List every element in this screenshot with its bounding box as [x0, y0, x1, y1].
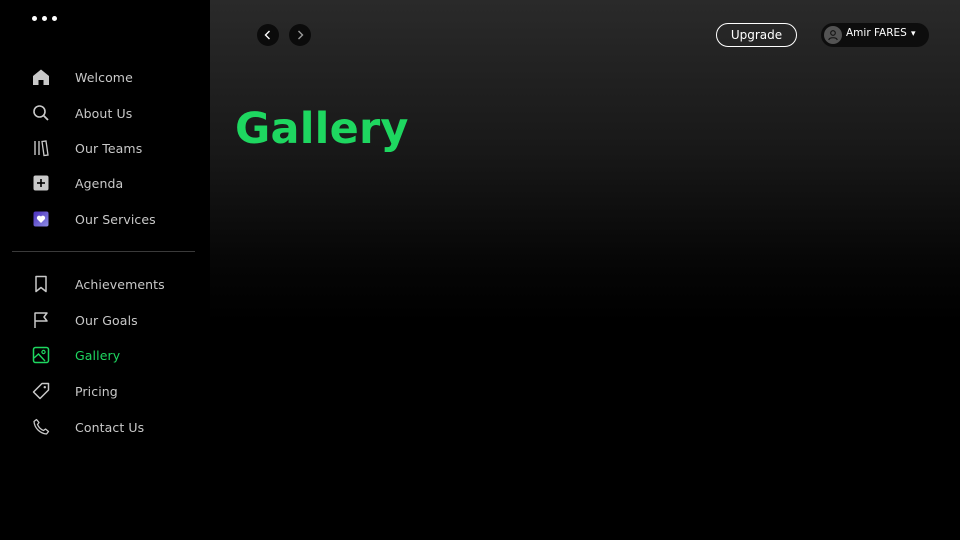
plus-square-icon: [30, 172, 52, 194]
sidebar-item-about-us[interactable]: About Us: [0, 98, 210, 128]
upgrade-button[interactable]: Upgrade: [716, 23, 797, 47]
sidebar-item-label: Contact Us: [75, 419, 145, 435]
sidebar-item-label: Achievements: [75, 276, 165, 292]
user-icon: [824, 26, 842, 44]
library-icon: [30, 137, 52, 159]
sidebar-item-label: About Us: [75, 105, 133, 121]
phone-icon: [30, 416, 52, 438]
sidebar-item-label: Our Teams: [75, 140, 143, 156]
sidebar-item-gallery[interactable]: Gallery: [0, 340, 210, 370]
bookmark-icon: [30, 273, 52, 295]
more-horizontal-icon[interactable]: [32, 16, 57, 21]
page-title: Gallery: [235, 104, 409, 154]
sidebar-divider: [12, 251, 195, 252]
sidebar-item-label: Welcome: [75, 69, 133, 85]
user-name: Amir FARES: [846, 27, 907, 39]
back-button[interactable]: [257, 24, 279, 46]
sidebar-item-welcome[interactable]: Welcome: [0, 62, 210, 92]
heart-square-icon: [30, 208, 52, 230]
image-icon: [30, 344, 52, 366]
caret-down-icon: ▾: [911, 29, 916, 39]
sidebar-item-agenda[interactable]: Agenda: [0, 168, 210, 198]
chevron-right-icon: [298, 30, 304, 40]
sidebar-item-label: Pricing: [75, 383, 118, 399]
search-icon: [30, 102, 52, 124]
home-icon: [30, 66, 52, 88]
user-menu-button[interactable]: Amir FARES ▾: [821, 23, 929, 47]
main-content: Upgrade Amir FARES ▾ Gallery: [210, 0, 960, 540]
sidebar-item-our-teams[interactable]: Our Teams: [0, 133, 210, 163]
flag-icon: [30, 309, 52, 331]
tag-icon: [30, 380, 52, 402]
sidebar-item-our-goals[interactable]: Our Goals: [0, 305, 210, 335]
sidebar: Welcome About Us Our Teams Agenda Our Se…: [0, 0, 210, 540]
sidebar-item-pricing[interactable]: Pricing: [0, 376, 210, 406]
sidebar-item-our-services[interactable]: Our Services: [0, 204, 210, 234]
sidebar-item-contact-us[interactable]: Contact Us: [0, 412, 210, 442]
sidebar-item-label: Agenda: [75, 175, 124, 191]
sidebar-item-label: Our Services: [75, 211, 156, 227]
sidebar-item-label: Gallery: [75, 347, 121, 363]
sidebar-item-label: Our Goals: [75, 312, 138, 328]
chevron-left-icon: [264, 30, 270, 40]
forward-button[interactable]: [289, 24, 311, 46]
sidebar-item-achievements[interactable]: Achievements: [0, 269, 210, 299]
